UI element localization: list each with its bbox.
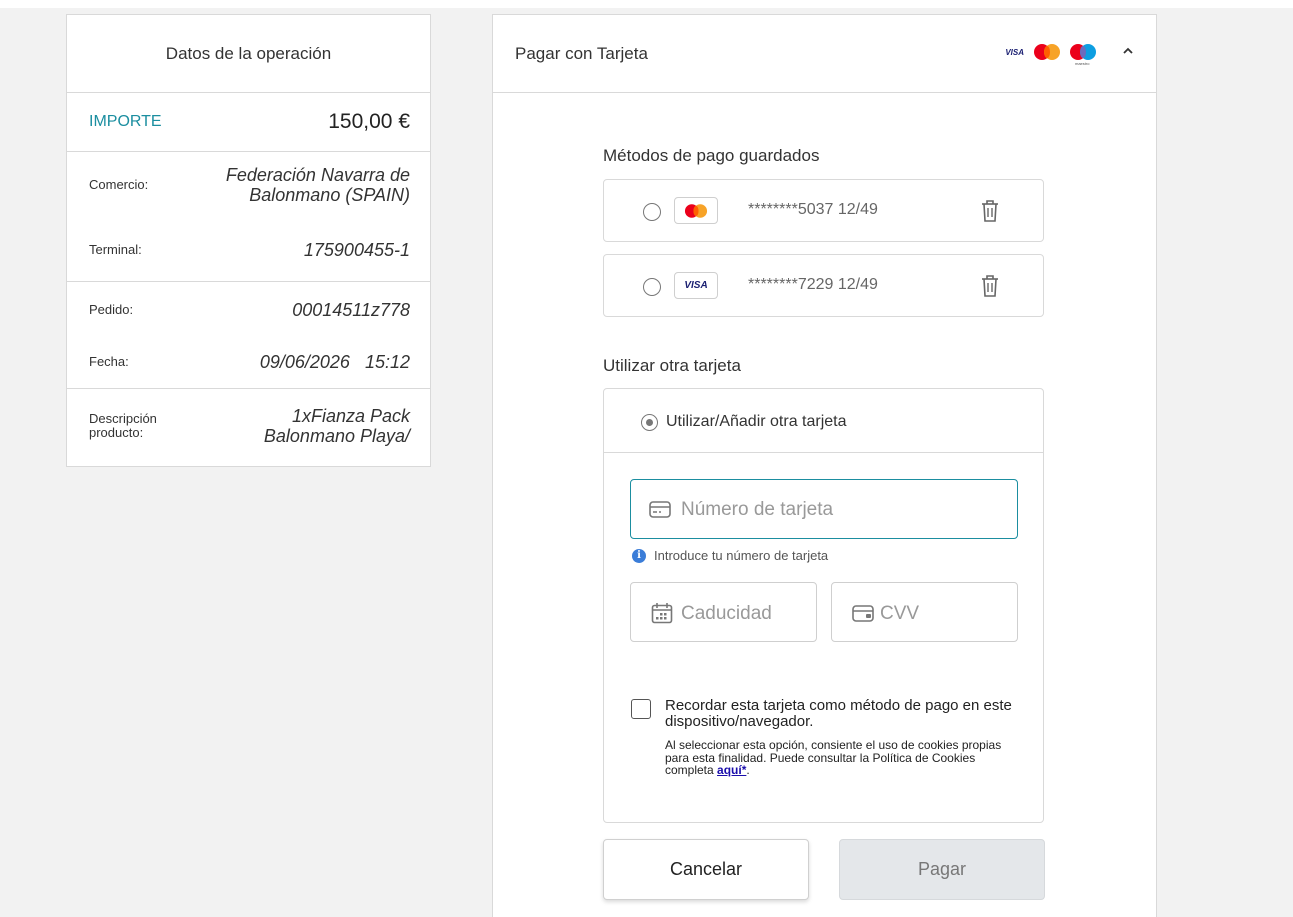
- card-payment-title: Pagar con Tarjeta: [515, 43, 648, 63]
- mastercard-icon: [684, 203, 708, 218]
- visa-brand-box: VISA: [674, 272, 718, 299]
- remember-card-checkbox[interactable]: [631, 699, 651, 719]
- cookie-consent-body: Al seleccionar esta opción, consiente el…: [665, 738, 1002, 777]
- date-value: 09/06/2026 15:12: [259, 352, 410, 372]
- visa-icon: VISA: [684, 280, 708, 291]
- saved-methods-title: Métodos de pago guardados: [603, 146, 820, 165]
- merchant-terminal-group: Comercio: Federación Navarra de Balonman…: [67, 152, 430, 282]
- merchant-value-line2: Balonmano (SPAIN): [249, 185, 410, 205]
- saved-card-radio[interactable]: [643, 278, 661, 296]
- cookie-consent-end: .: [746, 763, 750, 777]
- terminal-row: Terminal: 175900455-1: [89, 218, 410, 282]
- delete-card-trash-icon[interactable]: [979, 273, 1001, 299]
- description-group: Descripción producto: 1xFianza Pack Balo…: [67, 389, 430, 466]
- mastercard-logo-icon: [1034, 43, 1060, 61]
- saved-card-item[interactable]: ********5037 12/49: [603, 179, 1044, 242]
- cancel-button[interactable]: Cancelar: [603, 839, 809, 900]
- description-label-line1: Descripción: [89, 411, 157, 426]
- credit-card-icon: [649, 501, 671, 518]
- maestro-logo-icon: maestro: [1070, 43, 1096, 66]
- info-icon: i: [632, 548, 646, 563]
- cookie-consent-text: Al seleccionar esta opción, consiente el…: [665, 739, 1025, 777]
- saved-card-item[interactable]: VISA ********7229 12/49: [603, 254, 1044, 317]
- card-back-icon: [852, 605, 874, 622]
- merchant-value-line1: Federación Navarra de: [225, 165, 410, 185]
- order-value: 00014511z778: [292, 299, 410, 320]
- description-label: Descripción producto:: [89, 412, 157, 440]
- amount-value: 150,00 €: [328, 110, 410, 133]
- other-card-title: Utilizar otra tarjeta: [603, 356, 741, 375]
- remember-card-label: Recordar esta tarjeta como método de pag…: [665, 697, 1012, 730]
- expiry-input[interactable]: Caducidad: [630, 582, 817, 642]
- cvv-placeholder: CVV: [880, 603, 920, 624]
- accepted-brands: VISA maestro: [1005, 43, 1096, 66]
- saved-card-masked-number: ********5037 12/49: [748, 201, 878, 218]
- description-value-line2: Balonmano Playa/: [263, 426, 410, 446]
- other-card-radio[interactable]: [641, 414, 658, 431]
- maestro-logo-text: maestro: [1075, 61, 1090, 66]
- card-number-input[interactable]: Número de tarjeta: [630, 479, 1018, 539]
- card-number-placeholder: Número de tarjeta: [681, 499, 834, 520]
- card-number-hint: i Introduce tu número de tarjeta: [632, 548, 828, 563]
- date-label: Fecha:: [89, 354, 129, 369]
- merchant-value: Federación Navarra de Balonmano (SPAIN): [226, 165, 410, 205]
- collapse-chevron-up-icon[interactable]: [1122, 47, 1134, 55]
- description-row: Descripción producto: 1xFianza Pack Balo…: [89, 389, 410, 463]
- order-row: Pedido: 00014511z778: [89, 282, 410, 337]
- description-value: 1xFianza Pack Balonmano Playa/: [264, 406, 410, 446]
- operation-details-panel: Datos de la operación IMPORTE 150,00 € C…: [66, 14, 431, 467]
- cvv-input[interactable]: CVV: [831, 582, 1018, 642]
- mastercard-brand-box: [674, 197, 718, 224]
- description-value-line1: 1xFianza Pack: [291, 406, 410, 426]
- terminal-value: 175900455-1: [303, 240, 410, 260]
- order-label: Pedido:: [89, 301, 134, 317]
- expiry-placeholder: Caducidad: [681, 603, 772, 624]
- cookie-policy-link[interactable]: aquí*: [717, 763, 746, 777]
- order-date-group: Pedido: 00014511z778 Fecha: 09/06/2026 1…: [67, 282, 430, 389]
- merchant-row: Comercio: Federación Navarra de Balonman…: [89, 152, 410, 218]
- terminal-label: Terminal:: [89, 242, 142, 257]
- top-strip: [0, 0, 1293, 8]
- operation-details-title: Datos de la operación: [67, 15, 430, 93]
- amount-label: IMPORTE: [89, 113, 162, 130]
- saved-card-radio[interactable]: [643, 203, 661, 221]
- card-number-hint-text: Introduce tu número de tarjeta: [654, 548, 829, 563]
- card-payment-header[interactable]: Pagar con Tarjeta VISA maestro: [493, 15, 1156, 93]
- date-row: Fecha: 09/06/2026 15:12: [89, 337, 410, 387]
- delete-card-trash-icon[interactable]: [979, 198, 1001, 224]
- amount-row: IMPORTE 150,00 €: [67, 93, 430, 152]
- description-label-line2: producto:: [89, 425, 144, 440]
- visa-logo-icon: VISA: [1005, 47, 1024, 57]
- pay-button[interactable]: Pagar: [839, 839, 1045, 900]
- other-card-option[interactable]: Utilizar/Añadir otra tarjeta: [604, 389, 1043, 453]
- other-card-option-label: Utilizar/Añadir otra tarjeta: [666, 413, 847, 430]
- saved-card-masked-number: ********7229 12/49: [748, 276, 878, 293]
- calendar-icon: [651, 603, 673, 624]
- merchant-label: Comercio:: [89, 177, 149, 192]
